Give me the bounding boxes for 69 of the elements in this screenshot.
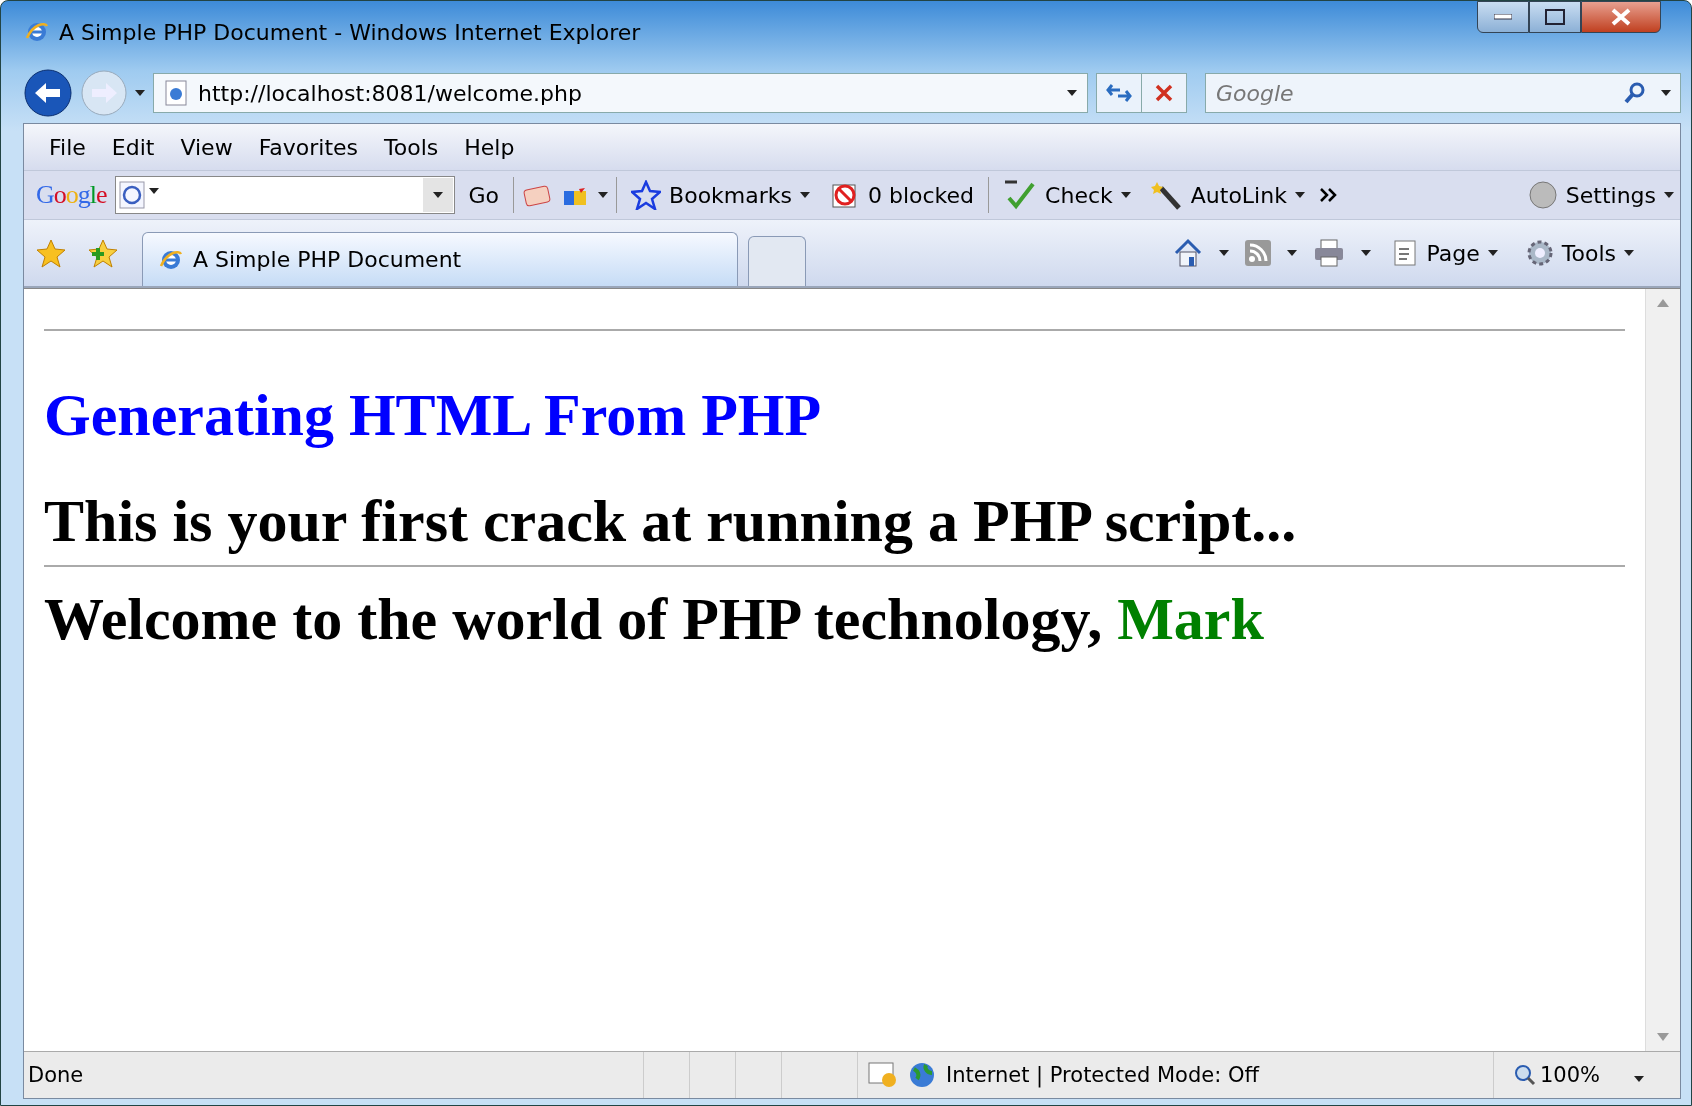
stop-button[interactable] xyxy=(1141,73,1187,113)
star-icon xyxy=(631,180,662,210)
star-icon[interactable] xyxy=(36,238,66,268)
command-button[interactable]: Tools xyxy=(1519,239,1640,267)
command-button[interactable]: Page xyxy=(1386,239,1504,267)
caret-icon[interactable] xyxy=(598,192,609,198)
caret-icon[interactable] xyxy=(1067,90,1077,96)
menu-item[interactable]: Help xyxy=(451,130,528,164)
caret-icon[interactable] xyxy=(1661,90,1671,96)
stop-icon xyxy=(1154,83,1174,103)
maximize-button[interactable] xyxy=(1529,1,1581,33)
security-zone-text: Internet | Protected Mode: Off xyxy=(946,1063,1259,1087)
search-icon[interactable] xyxy=(1623,81,1647,105)
add-favorite-icon[interactable] xyxy=(88,238,118,268)
caret-icon[interactable] xyxy=(1294,192,1305,198)
caret-icon[interactable] xyxy=(1664,192,1674,198)
gear-icon xyxy=(1525,239,1554,267)
caret-icon[interactable] xyxy=(148,188,159,194)
search-field[interactable]: Google xyxy=(1205,73,1681,113)
caret-icon[interactable] xyxy=(1120,192,1131,198)
menu-item[interactable]: Tools xyxy=(371,130,452,164)
home-icon[interactable] xyxy=(1172,238,1203,268)
page-icon xyxy=(164,80,188,106)
close-icon xyxy=(1610,8,1632,26)
caret-icon[interactable] xyxy=(1286,250,1297,256)
browser-logo-icon xyxy=(25,20,49,44)
zoom-icon xyxy=(1514,1064,1536,1086)
printer-icon[interactable] xyxy=(1312,239,1345,267)
toolbar-button[interactable]: Bookmarks xyxy=(625,180,816,210)
menu-item[interactable]: Favorites xyxy=(245,130,372,164)
page-heading: This is your first crack at running a PHP script... xyxy=(44,487,1298,556)
magic-wand-icon xyxy=(1150,180,1183,210)
caret-icon[interactable] xyxy=(1360,250,1371,256)
welcome-text: Welcome to the world of PHP technology, Mark xyxy=(44,585,1265,654)
settings-button[interactable]: Settings xyxy=(1521,180,1680,210)
menu-item[interactable]: File xyxy=(36,130,99,164)
overflow-chevron-icon[interactable] xyxy=(1318,187,1339,203)
search-toolbar-logo: Google xyxy=(36,180,107,210)
caret-icon[interactable] xyxy=(1634,1076,1645,1082)
caret-icon[interactable] xyxy=(1218,250,1229,256)
caret-icon[interactable] xyxy=(800,192,810,198)
minimize-button[interactable] xyxy=(1477,1,1529,33)
close-button[interactable] xyxy=(1581,1,1661,33)
window-title: A Simple PHP Document - Windows Internet Explorer xyxy=(59,19,642,45)
go-button[interactable]: Go xyxy=(462,182,506,208)
page-heading: Generating HTML From PHP xyxy=(44,381,823,450)
dropdown-button[interactable] xyxy=(422,178,453,212)
page-icon xyxy=(1392,239,1419,267)
globe-icon xyxy=(908,1061,936,1089)
address-field[interactable]: http://localhost:8081/welcome.php xyxy=(153,73,1088,113)
zoom-button[interactable]: 100% xyxy=(1494,1052,1680,1098)
caret-icon[interactable] xyxy=(432,192,443,198)
status-text: Done xyxy=(28,1063,84,1087)
history-caret-icon[interactable] xyxy=(135,90,145,96)
toolbar-button[interactable]: 0 blocked xyxy=(824,180,981,210)
toolbar-button[interactable]: Check xyxy=(997,180,1137,210)
feed-icon[interactable] xyxy=(1244,240,1271,266)
caret-icon[interactable] xyxy=(1624,250,1634,256)
menu-item[interactable]: View xyxy=(167,130,246,164)
refresh-icon xyxy=(1106,82,1132,104)
minimize-icon xyxy=(1494,14,1512,20)
round-button-icon xyxy=(1527,180,1558,210)
toolbar-button[interactable]: AutoLink xyxy=(1144,180,1311,210)
refresh-button[interactable] xyxy=(1096,73,1142,113)
menu-item[interactable]: Edit xyxy=(98,130,168,164)
browser-tab[interactable]: A Simple PHP Document xyxy=(142,232,738,286)
maximize-icon xyxy=(1545,9,1565,25)
back-button[interactable] xyxy=(23,68,73,118)
caret-icon[interactable] xyxy=(1487,250,1498,256)
